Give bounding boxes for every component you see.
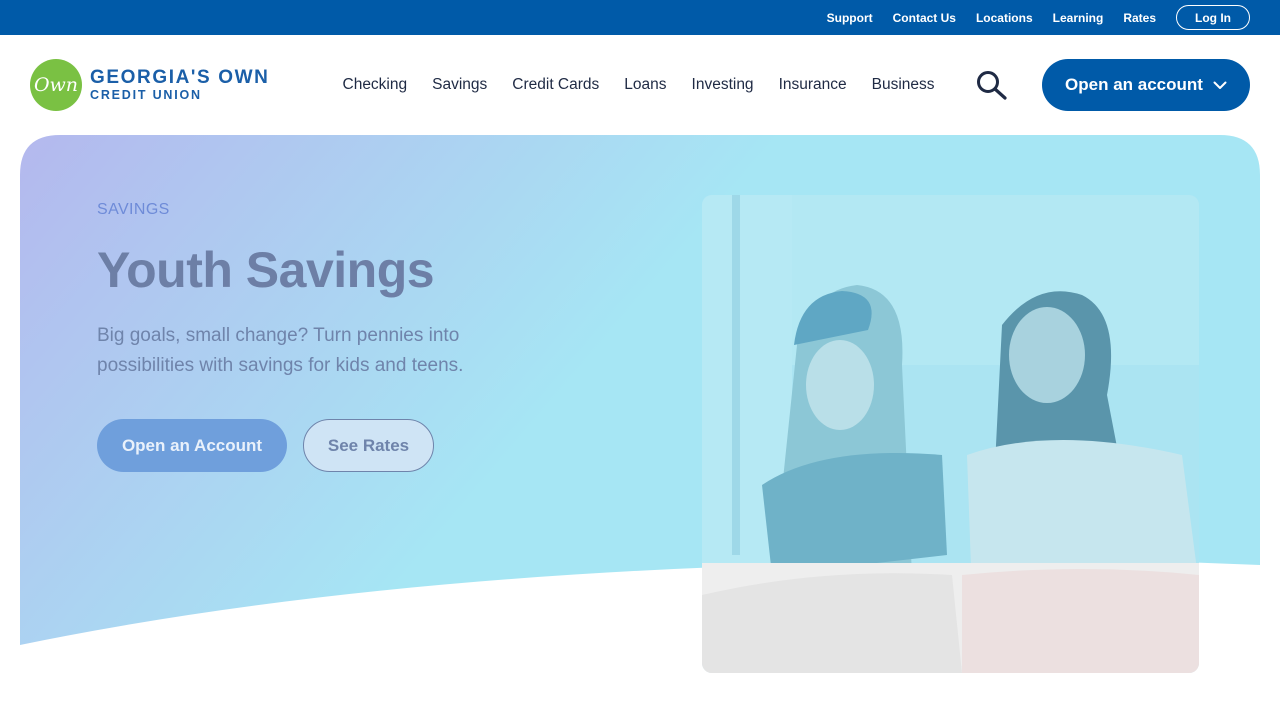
nav-item-credit-cards[interactable]: Credit Cards [512, 76, 599, 94]
learning-link[interactable]: Learning [1053, 11, 1104, 25]
hero: SAVINGS Youth Savings Big goals, small c… [20, 135, 1260, 673]
nav-item-checking[interactable]: Checking [343, 76, 408, 94]
open-account-menu-label: Open an account [1065, 75, 1203, 94]
nav-item-insurance[interactable]: Insurance [779, 76, 847, 94]
locations-link[interactable]: Locations [976, 11, 1033, 25]
utility-links: Support Contact Us Locations Learning Ra… [807, 0, 1250, 35]
login-button[interactable]: Log In [1176, 5, 1250, 30]
logo-text: GEORGIA'S OWN CREDIT UNION [90, 66, 270, 103]
utility-bar: Support Contact Us Locations Learning Ra… [0, 0, 1280, 35]
open-account-menu-button[interactable]: Open an account [1042, 59, 1250, 111]
main-header: Own GEORGIA'S OWN CREDIT UNION Checking … [0, 35, 1280, 135]
page-title: Youth Savings [97, 242, 435, 298]
nav-item-business[interactable]: Business [872, 76, 935, 94]
hero-eyebrow: SAVINGS [97, 201, 170, 218]
nav-item-loans[interactable]: Loans [624, 76, 666, 94]
search-icon[interactable] [975, 70, 1009, 100]
contact-us-link[interactable]: Contact Us [893, 11, 956, 25]
logo-line2: CREDIT UNION [90, 87, 202, 102]
rates-link[interactable]: Rates [1123, 11, 1156, 25]
see-rates-button[interactable]: See Rates [303, 419, 434, 472]
chevron-down-icon [1213, 81, 1227, 89]
open-account-button[interactable]: Open an Account [97, 419, 287, 472]
nav-item-investing[interactable]: Investing [692, 76, 754, 94]
hero-photo [702, 195, 1199, 673]
hero-subtitle: Big goals, small change? Turn pennies in… [97, 325, 464, 376]
logo[interactable]: Own GEORGIA'S OWN CREDIT UNION [30, 59, 269, 111]
logo-badge: Own [30, 59, 82, 111]
logo-line1: GEORGIA'S OWN [90, 66, 270, 88]
main-nav: Checking Savings Credit Cards Loans Inve… [330, 35, 947, 135]
support-link[interactable]: Support [827, 11, 873, 25]
nav-item-savings[interactable]: Savings [432, 76, 487, 94]
